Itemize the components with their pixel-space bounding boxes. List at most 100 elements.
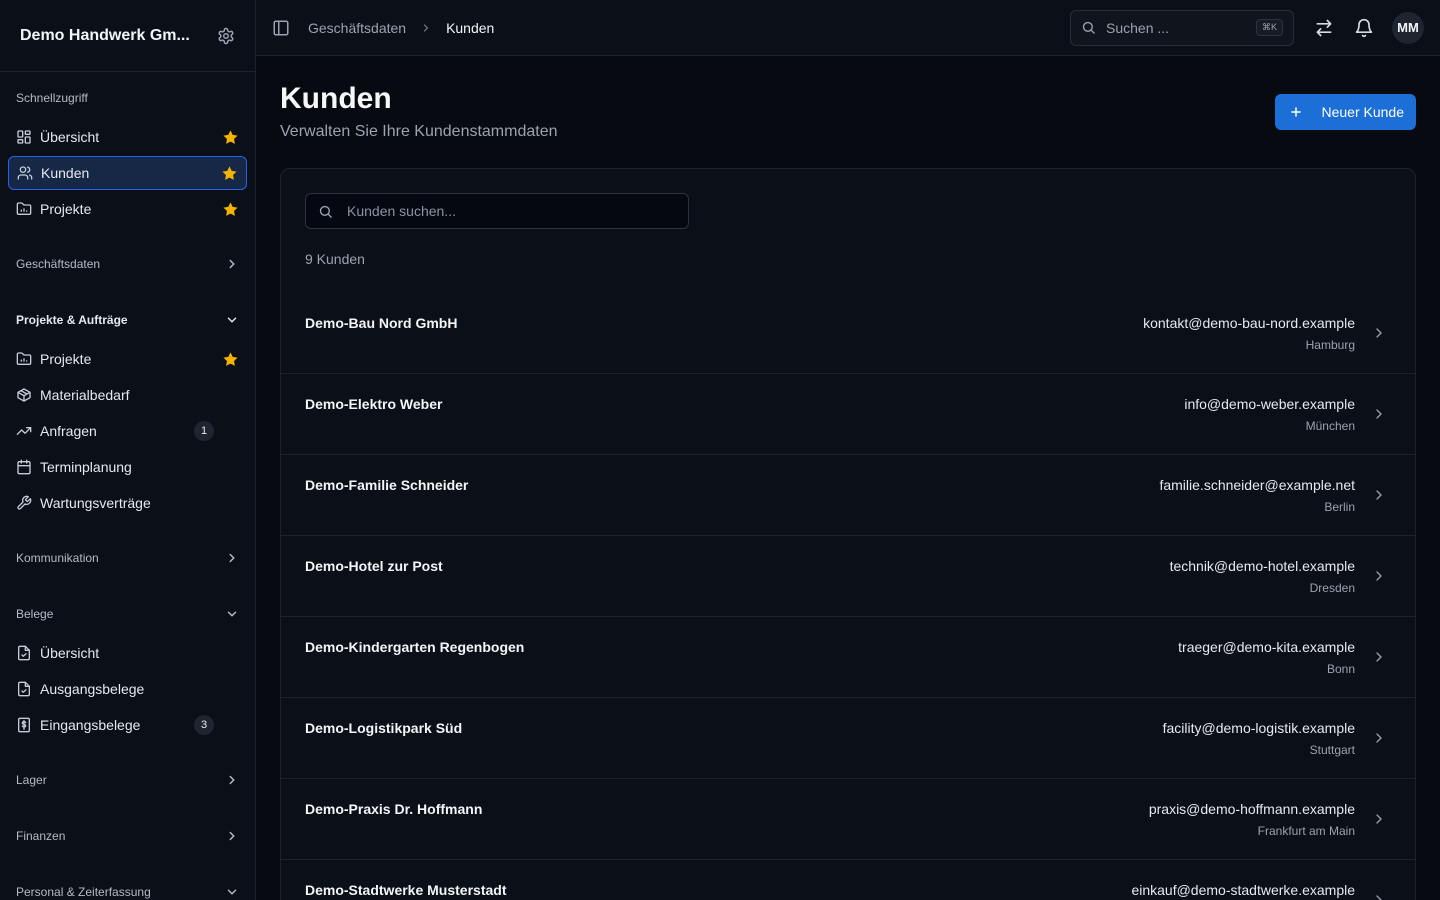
- customer-city: München: [1305, 419, 1355, 433]
- sidebar-item-ausgangsbelege[interactable]: Ausgangsbelege: [8, 672, 247, 706]
- chevron-right-icon: [1371, 406, 1387, 422]
- table-row[interactable]: Demo-Elektro Weber info@demo-weber.examp…: [281, 374, 1415, 455]
- package-icon: [16, 387, 32, 403]
- sidebar-item-label: Projekte: [40, 201, 92, 217]
- sidebar: Demo Handwerk Gm... Schnellzugriff Übers…: [0, 0, 256, 900]
- sidebar-item-projekte[interactable]: Projekte: [8, 342, 247, 376]
- chevron-right-icon: [1371, 325, 1387, 341]
- breadcrumb: Geschäftsdaten Kunden: [308, 20, 494, 36]
- sidebar-item-label: Kunden: [41, 165, 90, 181]
- sidebar-item-belege-uebersicht[interactable]: Übersicht: [8, 636, 247, 670]
- table-row[interactable]: Demo-Praxis Dr. Hoffmann praxis@demo-hof…: [281, 779, 1415, 860]
- sidebar-toggle-icon[interactable]: [272, 19, 290, 37]
- customer-email: familie.schneider@example.net: [1159, 477, 1355, 493]
- star-icon[interactable]: [222, 201, 239, 218]
- users-icon: [17, 165, 33, 181]
- customer-email: einkauf@demo-stadtwerke.example: [1131, 882, 1355, 898]
- file-check-icon: [16, 681, 32, 697]
- customer-search[interactable]: [305, 193, 689, 229]
- org-name: Demo Handwerk Gm...: [20, 26, 190, 44]
- chevron-down-icon: [225, 885, 239, 899]
- count-badge: 3: [194, 715, 214, 735]
- section-title: Kommunikation: [16, 551, 99, 565]
- section-geschaeftsdaten[interactable]: Geschäftsdaten: [0, 244, 255, 284]
- plus-icon: [1289, 105, 1303, 119]
- customer-name: Demo-Familie Schneider: [305, 477, 469, 493]
- breadcrumb-item[interactable]: Geschäftsdaten: [308, 20, 406, 36]
- file-check-icon: [16, 645, 32, 661]
- sidebar-item-label: Wartungsverträge: [40, 495, 151, 511]
- customer-search-input[interactable]: [347, 203, 676, 219]
- customer-name: Demo-Praxis Dr. Hoffmann: [305, 801, 483, 817]
- star-icon[interactable]: [222, 351, 239, 368]
- chevron-right-icon: [225, 829, 239, 843]
- sidebar-item-label: Übersicht: [40, 129, 100, 145]
- sidebar-item-projekte-quick[interactable]: Projekte: [8, 192, 247, 226]
- chevron-right-icon: [1371, 568, 1387, 584]
- star-icon[interactable]: [221, 165, 238, 182]
- sidebar-item-terminplanung[interactable]: Terminplanung: [8, 450, 247, 484]
- customer-name: Demo-Kindergarten Regenbogen: [305, 639, 525, 655]
- table-row[interactable]: Demo-Bau Nord GmbH kontakt@demo-bau-nord…: [281, 293, 1415, 374]
- main-content: Kunden Verwalten Sie Ihre Kundenstammdat…: [256, 56, 1440, 900]
- sidebar-item-label: Projekte: [40, 351, 92, 367]
- sidebar-item-label: Ausgangsbelege: [40, 681, 145, 697]
- chevron-right-icon: [225, 257, 239, 271]
- section-schnellzugriff: Schnellzugriff: [0, 78, 255, 118]
- chevron-right-icon: [1371, 649, 1387, 665]
- table-row[interactable]: Demo-Kindergarten Regenbogen traeger@dem…: [281, 617, 1415, 698]
- customer-name: Demo-Elektro Weber: [305, 396, 443, 412]
- sidebar-item-label: Terminplanung: [40, 459, 132, 475]
- table-row[interactable]: Demo-Hotel zur Post technik@demo-hotel.e…: [281, 536, 1415, 617]
- chevron-right-icon: [1371, 811, 1387, 827]
- chevron-down-icon: [225, 313, 239, 327]
- customer-email: technik@demo-hotel.example: [1169, 558, 1355, 574]
- customer-city: Frankfurt am Main: [1257, 824, 1355, 838]
- avatar[interactable]: MM: [1392, 11, 1424, 44]
- new-customer-label: Neuer Kunde: [1321, 104, 1404, 120]
- page-subtitle: Verwalten Sie Ihre Kundenstammdaten: [280, 123, 558, 140]
- customer-name: Demo-Hotel zur Post: [305, 558, 443, 574]
- star-icon[interactable]: [222, 129, 239, 146]
- table-row[interactable]: Demo-Familie Schneider familie.schneider…: [281, 455, 1415, 536]
- section-personal[interactable]: Personal & Zeiterfassung: [0, 872, 255, 900]
- folder-chart-icon: [16, 201, 32, 217]
- section-lager[interactable]: Lager: [0, 760, 255, 800]
- global-search[interactable]: Suchen ... ⌘K: [1070, 9, 1294, 46]
- wrench-icon: [16, 495, 32, 511]
- sidebar-item-wartungsvertraege[interactable]: Wartungsverträge: [8, 486, 247, 520]
- gear-icon[interactable]: [217, 27, 235, 45]
- sidebar-item-uebersicht[interactable]: Übersicht: [8, 120, 247, 154]
- section-projekte-auftraege[interactable]: Projekte & Aufträge: [0, 300, 255, 340]
- sidebar-item-label: Materialbedarf: [40, 387, 130, 403]
- trend-icon: [16, 423, 32, 439]
- bell-icon[interactable]: [1354, 18, 1374, 38]
- sidebar-item-label: Eingangsbelege: [40, 717, 141, 733]
- search-icon: [1081, 20, 1096, 35]
- table-row[interactable]: Demo-Stadtwerke Musterstadt einkauf@demo…: [281, 860, 1415, 900]
- org-switcher[interactable]: Demo Handwerk Gm...: [0, 0, 255, 72]
- section-kommunikation[interactable]: Kommunikation: [0, 538, 255, 578]
- customer-list: Demo-Bau Nord GmbH kontakt@demo-bau-nord…: [281, 293, 1415, 900]
- chevron-down-icon: [225, 607, 239, 621]
- section-finanzen[interactable]: Finanzen: [0, 816, 255, 856]
- section-belege[interactable]: Belege: [0, 594, 255, 634]
- customer-email: info@demo-weber.example: [1184, 396, 1355, 412]
- table-row[interactable]: Demo-Logistikpark Süd facility@demo-logi…: [281, 698, 1415, 779]
- topbar: Geschäftsdaten Kunden Suchen ... ⌘K MM: [256, 0, 1440, 56]
- new-customer-button[interactable]: Neuer Kunde: [1275, 94, 1416, 130]
- sidebar-item-label: Übersicht: [40, 645, 100, 661]
- sidebar-item-kunden[interactable]: Kunden: [8, 156, 247, 190]
- breadcrumb-current: Kunden: [446, 19, 495, 36]
- page-title: Kunden: [280, 82, 392, 115]
- chevron-right-icon: [1371, 487, 1387, 503]
- customer-city: Berlin: [1324, 500, 1355, 514]
- shortcut-hint: ⌘K: [1255, 19, 1283, 36]
- sidebar-item-anfragen[interactable]: Anfragen 1: [8, 414, 247, 448]
- customer-email: praxis@demo-hoffmann.example: [1148, 801, 1355, 817]
- sidebar-item-eingangsbelege[interactable]: Eingangsbelege 3: [8, 708, 247, 742]
- customer-list-card: 9 Kunden Demo-Bau Nord GmbH kontakt@demo…: [280, 168, 1416, 900]
- switch-icon[interactable]: [1314, 18, 1334, 38]
- chevron-right-icon: [225, 551, 239, 565]
- sidebar-item-materialbedarf[interactable]: Materialbedarf: [8, 378, 247, 412]
